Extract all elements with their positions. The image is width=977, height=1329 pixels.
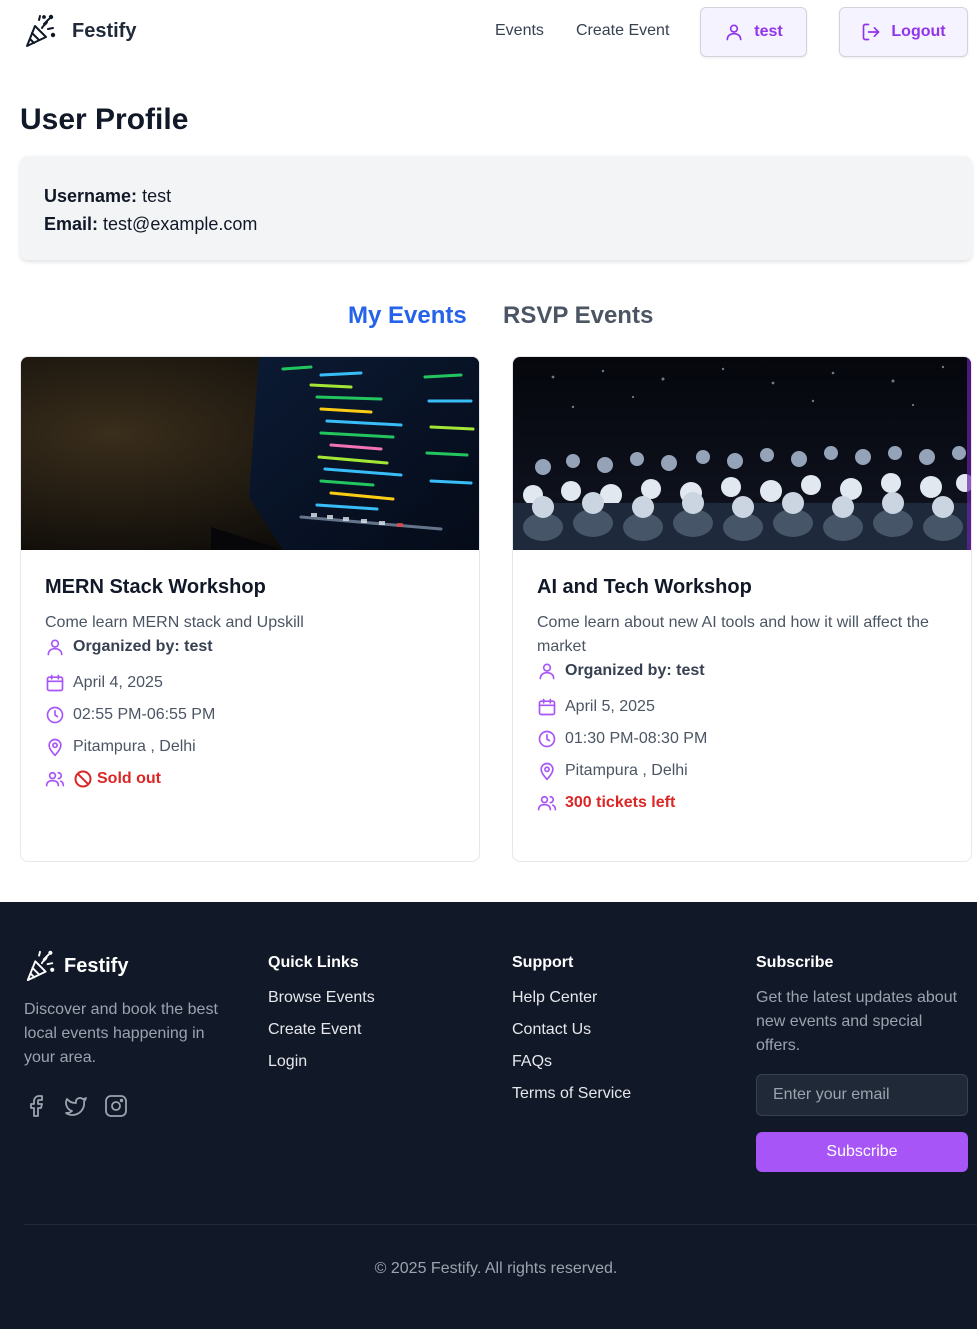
profile-card: Username: test Email: test@example.com	[20, 156, 972, 260]
footer-subscribe: Subscribe Get the latest updates about n…	[756, 954, 968, 1172]
brand-logo[interactable]: Festify	[24, 14, 136, 48]
user-icon	[726, 24, 742, 41]
page-title: User Profile	[20, 103, 189, 136]
event-availability: 300 tickets left	[565, 794, 676, 811]
map-pin-icon	[48, 738, 62, 757]
username-label: Username:	[44, 186, 138, 206]
footer-link-terms[interactable]: Terms of Service	[512, 1082, 631, 1114]
event-time-row: 01:30 PM-08:30 PM	[537, 727, 947, 751]
footer-description: Discover and book the best local events …	[24, 1001, 218, 1066]
event-card[interactable]: AI and Tech Workshop Come learn about ne…	[512, 356, 972, 862]
username-value: test	[142, 186, 172, 206]
brand-name: Festify	[72, 19, 137, 42]
event-date-row: April 4, 2025	[45, 671, 455, 695]
event-image	[21, 357, 479, 550]
event-location-row: Pitampura , Delhi	[537, 759, 947, 783]
event-image	[513, 357, 971, 550]
event-location: Pitampura , Delhi	[73, 738, 196, 755]
event-title: MERN Stack Workshop	[45, 576, 266, 598]
instagram-icon[interactable]	[104, 1094, 128, 1118]
event-date: April 5, 2025	[565, 698, 655, 715]
event-availability: Sold out	[97, 770, 161, 787]
footer-divider	[24, 1224, 977, 1225]
event-date-row: April 5, 2025	[537, 695, 947, 719]
event-organizer: Organized by: test	[73, 638, 213, 655]
users-icon	[45, 771, 65, 787]
map-pin-icon	[540, 762, 554, 781]
social-links	[24, 1094, 144, 1118]
clock-icon	[538, 730, 556, 748]
top-navbar: Festify Events Create Event test Logout	[0, 0, 977, 64]
support-heading: Support	[512, 954, 574, 971]
tab-rsvp-events[interactable]: RSVP Events	[503, 302, 653, 330]
users-icon	[537, 795, 557, 811]
event-date: April 4, 2025	[73, 674, 163, 691]
logout-button[interactable]: Logout	[839, 7, 968, 57]
footer-link-faqs[interactable]: FAQs	[512, 1050, 631, 1082]
calendar-icon	[538, 698, 556, 716]
prohibited-icon	[74, 770, 92, 788]
user-icon	[47, 639, 63, 656]
footer-brand-name: Festify	[64, 954, 129, 977]
party-popper-icon	[26, 14, 56, 47]
profile-button[interactable]: test	[700, 7, 807, 57]
footer-support: Support Help Center Contact Us FAQs Term…	[512, 954, 631, 1114]
user-icon	[539, 663, 555, 680]
logout-icon	[863, 23, 880, 41]
tab-my-events[interactable]: My Events	[348, 302, 467, 330]
event-organizer-row: Organized by: test	[537, 659, 947, 683]
quick-links-heading: Quick Links	[268, 954, 359, 971]
subscribe-button[interactable]: Subscribe	[756, 1132, 968, 1172]
footer: Festify Discover and book the best local…	[0, 902, 977, 1329]
copyright: © 2025 Festify. All rights reserved.	[374, 1260, 618, 1277]
email-value: test@example.com	[103, 214, 258, 234]
nav-create-event-link[interactable]: Create Event	[576, 22, 669, 40]
subscribe-text: Get the latest updates about new events …	[756, 989, 958, 1054]
twitter-icon[interactable]	[64, 1094, 88, 1118]
subscribe-heading: Subscribe	[756, 954, 834, 971]
subscribe-email-input[interactable]	[756, 1074, 968, 1116]
footer-link-help-center[interactable]: Help Center	[512, 986, 631, 1018]
email-row: Email: test@example.com	[44, 210, 948, 238]
event-card[interactable]: MERN Stack Workshop Come learn MERN stac…	[20, 356, 480, 862]
event-organizer-row: Organized by: test	[45, 635, 455, 659]
email-label: Email:	[44, 214, 99, 234]
footer-link-login[interactable]: Login	[268, 1050, 375, 1082]
footer-link-contact-us[interactable]: Contact Us	[512, 1018, 631, 1050]
event-time: 02:55 PM-06:55 PM	[73, 706, 216, 723]
footer-quick-links: Quick Links Browse Events Create Event L…	[268, 954, 375, 1082]
event-availability-row: Sold out	[45, 767, 455, 791]
event-description: Come learn MERN stack and Upskill	[45, 614, 304, 631]
clock-icon	[46, 706, 64, 724]
nav-events-link[interactable]: Events	[495, 22, 544, 40]
logout-button-label: Logout	[891, 23, 946, 40]
event-time: 01:30 PM-08:30 PM	[565, 730, 708, 747]
username-row: Username: test	[44, 182, 948, 210]
footer-link-create-event[interactable]: Create Event	[268, 1018, 375, 1050]
event-organizer: Organized by: test	[565, 662, 705, 679]
event-time-row: 02:55 PM-06:55 PM	[45, 703, 455, 727]
event-availability-row: 300 tickets left	[537, 791, 947, 815]
profile-button-label: test	[754, 23, 783, 40]
event-location-row: Pitampura , Delhi	[45, 735, 455, 759]
party-popper-icon	[26, 950, 55, 982]
event-location: Pitampura , Delhi	[565, 762, 688, 779]
footer-link-browse-events[interactable]: Browse Events	[268, 986, 375, 1018]
footer-brand[interactable]: Festify	[24, 950, 128, 982]
facebook-icon[interactable]	[24, 1094, 48, 1118]
calendar-icon	[46, 674, 64, 692]
event-description: Come learn about new AI tools and how it…	[537, 614, 929, 655]
event-title: AI and Tech Workshop	[537, 576, 752, 598]
